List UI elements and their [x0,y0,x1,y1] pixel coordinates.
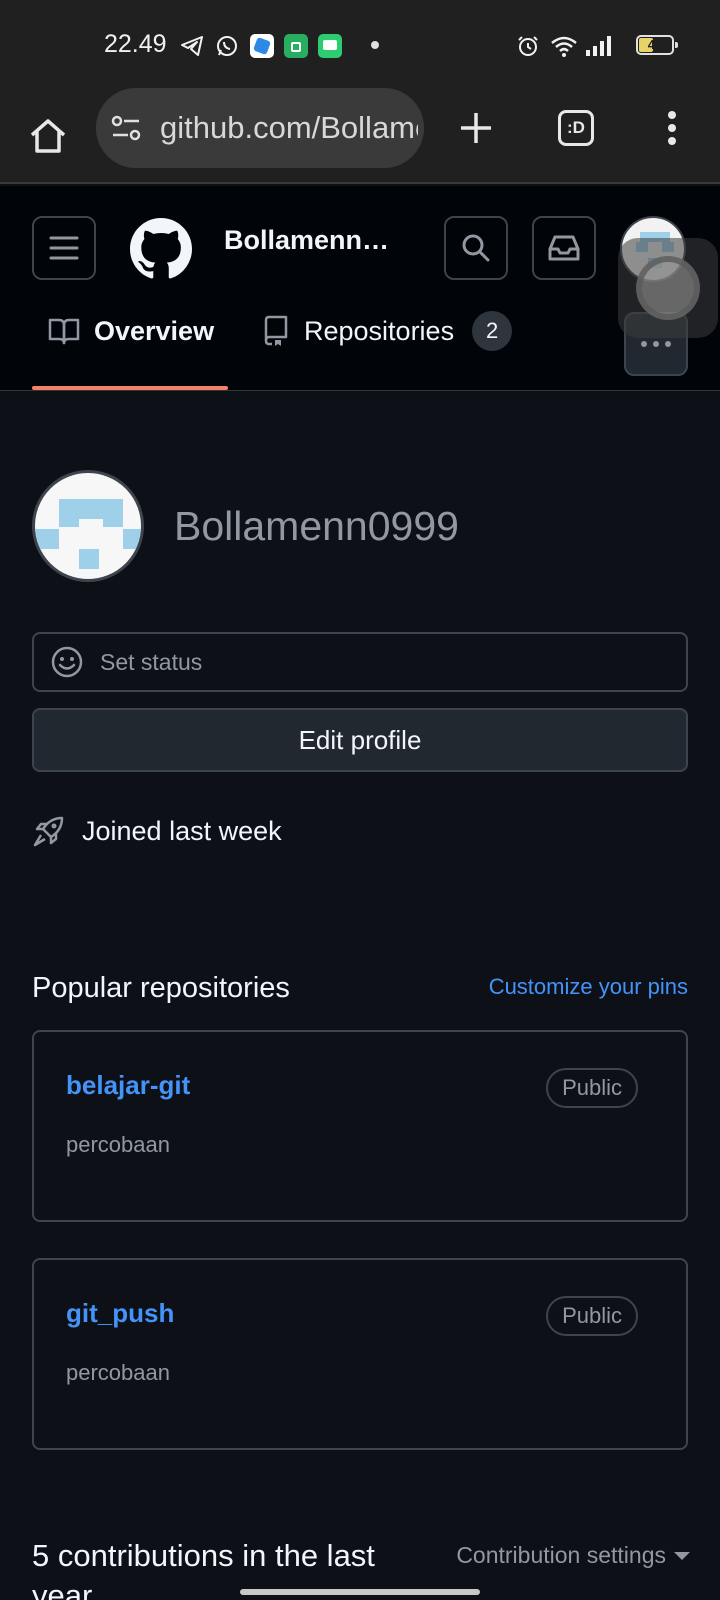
tab-overview-label: Overview [94,315,215,346]
tab-count: :D [558,110,594,146]
app-icon-green-bag [284,34,308,58]
site-settings-icon[interactable] [110,112,142,144]
repo-name-link[interactable]: git_push [66,1298,174,1329]
app-icon-blue [250,34,274,58]
signal-icon [586,36,611,56]
search-icon [462,234,490,262]
tab-overview[interactable]: Overview [48,296,214,366]
kebab-menu-icon [668,111,676,145]
address-bar[interactable]: github.com/Bollamenn0999 [96,88,424,168]
set-status-label: Set status [100,648,203,675]
tab-repositories-label: Repositories [304,315,455,346]
gesture-home-indicator[interactable] [240,1589,480,1595]
profile-avatar[interactable] [32,470,144,582]
repo-icon [264,315,288,346]
visibility-badge: Public [546,1068,638,1108]
header-username[interactable]: Bollamenn0… [224,225,404,256]
repo-description: percobaan [66,1132,170,1157]
status-time: 22.49 [104,30,167,58]
browser-menu-button[interactable] [644,100,700,156]
floating-assistive-ball[interactable] [618,238,718,338]
github-header: Bollamenn0… Overview Repositories 2 [0,186,720,391]
battery-icon: 43 [636,35,678,55]
hamburger-menu-button[interactable] [32,216,96,280]
home-button[interactable] [20,108,76,164]
telegram-icon [181,36,203,56]
plus-icon [461,113,491,143]
set-status-button[interactable]: Set status [32,632,688,692]
customize-pins-link[interactable]: Customize your pins [489,974,688,1000]
battery-level: 43 [647,37,663,52]
joined-info: Joined last week [32,814,282,848]
ellipsis-icon [641,341,647,347]
inbox-button[interactable] [532,216,596,280]
repo-card: git_push Public percobaan [32,1258,688,1450]
url-text[interactable]: github.com/Bollamenn0999 [160,110,418,146]
repositories-count-badge: 2 [472,311,513,351]
popular-repositories-heading: Popular repositories [32,972,290,1004]
book-icon [48,318,80,345]
search-button[interactable] [444,216,508,280]
caret-down-icon [674,1551,690,1560]
profile-username: Bollamenn0999 [174,503,459,549]
contribution-settings-dropdown[interactable]: Contribution settings [456,1542,690,1569]
contribution-settings-label: Contribution settings [456,1542,666,1568]
visibility-badge: Public [546,1296,638,1336]
new-tab-button[interactable] [448,100,504,156]
identicon-avatar-large [35,499,141,569]
repo-name-link[interactable]: belajar-git [66,1070,190,1101]
alarm-icon [518,36,538,56]
edit-profile-button[interactable]: Edit profile [32,708,688,772]
smiley-icon [51,646,83,678]
github-logo-icon[interactable] [130,218,192,280]
status-bar: 22.49 43 [0,0,720,88]
inbox-icon [548,235,580,261]
tab-switcher-button[interactable]: :D [548,100,604,156]
home-icon [30,119,66,153]
tab-repositories[interactable]: Repositories 2 [262,296,513,366]
joined-label: Joined last week [82,815,282,846]
notification-dot [371,41,379,49]
rocket-icon [33,816,64,847]
repo-card: belajar-git Public percobaan [32,1030,688,1222]
messages-icon [318,34,342,58]
repo-description: percobaan [66,1360,170,1385]
active-tab-indicator [32,386,228,390]
hamburger-icon [49,236,79,260]
whatsapp-icon [217,36,237,56]
wifi-icon [551,36,577,57]
